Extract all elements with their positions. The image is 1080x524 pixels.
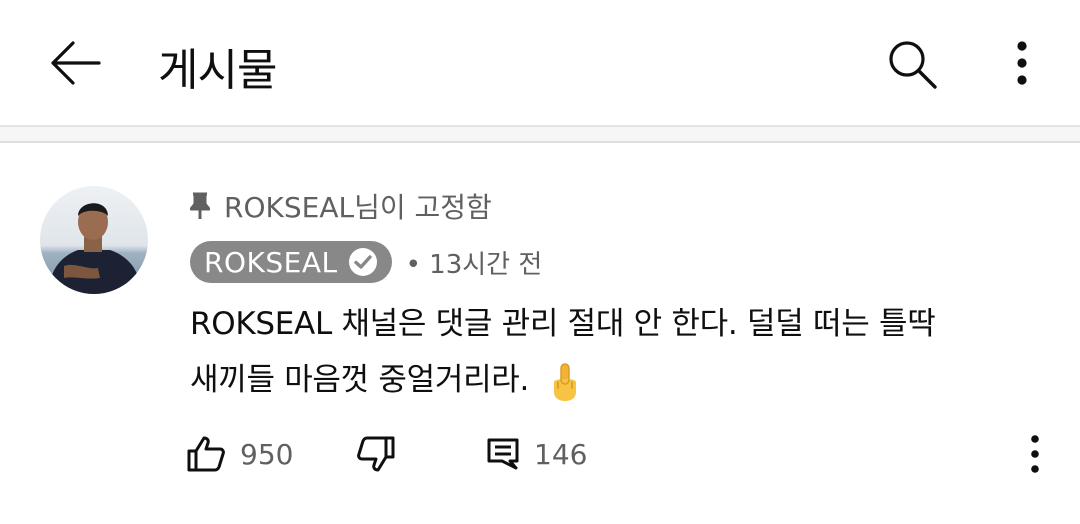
middle-finger-emoji-icon	[553, 362, 576, 401]
reply-count: 146	[534, 437, 588, 471]
pinned-label: ROKSEAL님이 고정함	[224, 191, 492, 224]
comment-timestamp: • 13시간 전	[405, 249, 543, 280]
author-name: ROKSEAL	[204, 245, 338, 279]
thumbs-down-icon	[357, 436, 395, 472]
top-app-bar: 게시물	[0, 0, 1080, 126]
back-button[interactable]	[44, 36, 106, 90]
search-button[interactable]	[884, 36, 940, 92]
search-icon	[889, 41, 937, 89]
like-count: 950	[240, 437, 294, 471]
thumbs-up-icon	[187, 436, 225, 472]
back-arrow-icon	[51, 41, 101, 85]
comment-more-button[interactable]	[1020, 430, 1050, 478]
more-vertical-icon	[1017, 41, 1027, 85]
page-title: 게시물	[158, 45, 277, 96]
comment-body: ROKSEAL 채널은 댓글 관리 절대 안 한다. 덜덜 떠는 틀딱 새끼들 …	[190, 296, 1050, 408]
section-gap	[0, 127, 1080, 141]
author-name-chip[interactable]: ROKSEAL	[190, 241, 392, 283]
verified-check-icon	[348, 248, 377, 276]
comment-text-line: ROKSEAL 채널은 댓글 관리 절대 안 한다. 덜덜 떠는 틀딱	[190, 306, 936, 342]
comment-text-line-2: 새끼들 마음껏 중얼거리라.	[190, 352, 1050, 408]
like-button[interactable]: 950	[186, 430, 293, 478]
pin-icon	[190, 192, 210, 219]
author-avatar[interactable]	[40, 186, 148, 294]
reply-button[interactable]: 146	[486, 430, 587, 478]
section-divider	[0, 141, 1080, 143]
more-vertical-icon	[1031, 435, 1039, 473]
comment-actions: 950 146	[186, 430, 1066, 478]
comment-text-line: 새끼들 마음껏 중얼거리라.	[190, 362, 530, 398]
more-options-button[interactable]	[1004, 38, 1040, 88]
dislike-button[interactable]	[356, 430, 396, 478]
comment-reply-icon	[487, 438, 519, 470]
author-row: ROKSEAL • 13시간 전	[190, 241, 542, 283]
pinned-indicator: ROKSEAL님이 고정함	[190, 188, 492, 224]
